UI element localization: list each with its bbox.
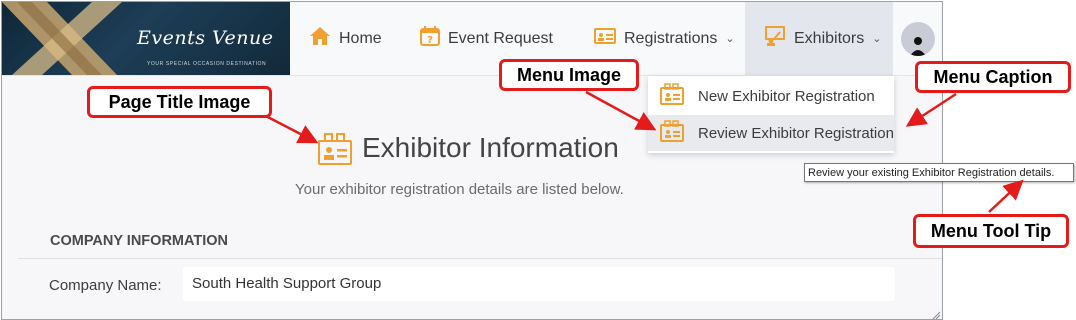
exhibitors-dropdown-menu: New Exhibitor Registration Review Exhibi…: [648, 76, 894, 153]
app-window: Events Venue YOUR SPECIAL OCCASION DESTI…: [1, 1, 943, 320]
exhibitor-registration-icon: [660, 120, 684, 146]
arrow-menu-tool-tip: [988, 179, 1024, 213]
page-subtitle: Your exhibitor registration details are …: [295, 181, 624, 198]
brand-name: Events Venue: [137, 27, 274, 49]
exhibitor-registration-icon: [660, 83, 684, 109]
nav-event-request-label: Event Request: [448, 29, 553, 47]
section-divider: [18, 258, 942, 259]
callout-menu-image: Menu Image: [499, 59, 639, 91]
company-name-label: Company Name:: [49, 277, 162, 294]
home-icon: [309, 26, 331, 51]
event-request-icon: ?: [420, 26, 440, 51]
exhibitors-icon: [764, 26, 786, 51]
menu-item-review-exhibitor-registration[interactable]: Review Exhibitor Registration: [648, 115, 894, 151]
nav-registrations-label: Registrations: [624, 29, 718, 47]
company-name-field[interactable]: South Health Support Group: [183, 267, 895, 301]
chevron-down-icon: ⌄: [872, 33, 882, 45]
page-title: Exhibitor Information: [362, 132, 619, 163]
menu-caption-new: New Exhibitor Registration: [698, 87, 875, 105]
section-heading: COMPANY INFORMATION: [50, 233, 229, 249]
menu-tooltip: Review your existing Exhibitor Registrat…: [804, 163, 1074, 182]
nav-home-label: Home: [339, 29, 382, 47]
callout-menu-caption: Menu Caption: [915, 61, 1071, 93]
brand-logo[interactable]: Events Venue YOUR SPECIAL OCCASION DESTI…: [2, 2, 290, 75]
registrations-icon: [594, 27, 616, 50]
menu-item-new-exhibitor-registration[interactable]: New Exhibitor Registration: [648, 78, 894, 114]
brand-tagline: YOUR SPECIAL OCCASION DESTINATION: [147, 61, 267, 67]
user-avatar[interactable]: [901, 22, 935, 56]
nav-home[interactable]: Home: [309, 2, 382, 75]
top-navbar: Events Venue YOUR SPECIAL OCCASION DESTI…: [2, 2, 942, 76]
svg-text:?: ?: [427, 35, 433, 46]
callout-menu-tool-tip: Menu Tool Tip: [913, 214, 1069, 248]
callout-page-title-image: Page Title Image: [87, 86, 272, 118]
user-icon: [910, 37, 926, 56]
menu-caption-review: Review Exhibitor Registration: [698, 124, 894, 142]
resize-grip-icon[interactable]: [931, 307, 941, 319]
nav-exhibitors[interactable]: Exhibitors ⌄: [745, 2, 893, 75]
nav-exhibitors-label: Exhibitors: [794, 29, 865, 47]
page-title-icon: [318, 133, 352, 170]
chevron-down-icon: ⌄: [725, 33, 735, 45]
